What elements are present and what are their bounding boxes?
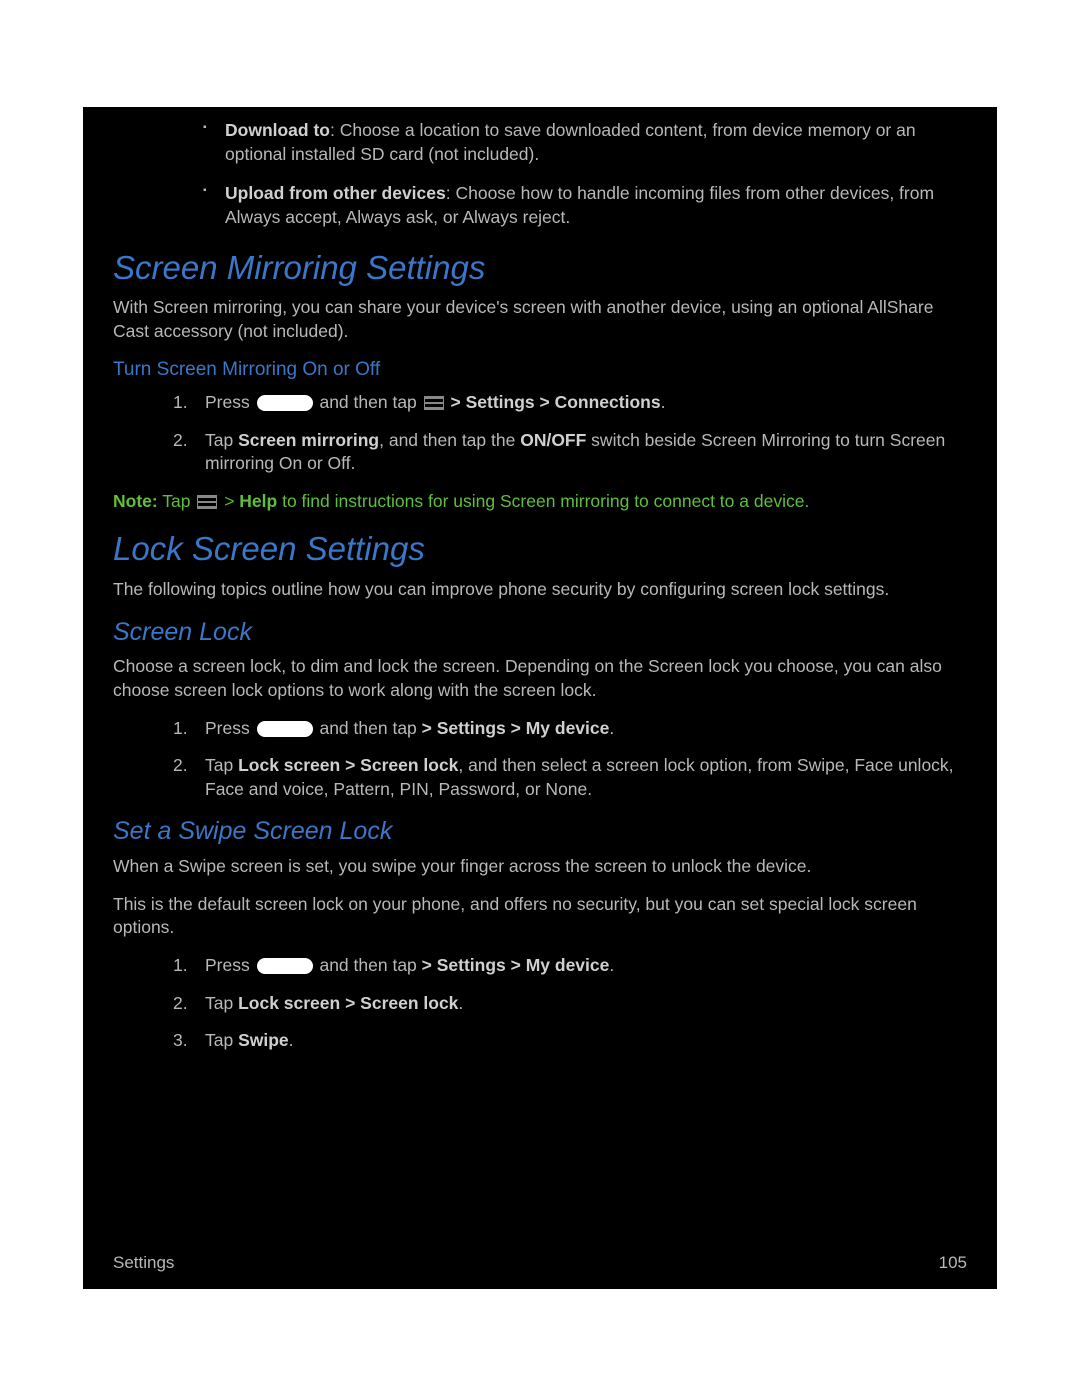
heading-screen-mirroring: Screen Mirroring Settings [113, 246, 967, 291]
step-item: Tap Swipe. [173, 1029, 967, 1053]
text-strong: Lock screen > Screen lock [238, 993, 458, 1013]
step-item: Press and then tap > Settings > Connecti… [173, 391, 967, 415]
text: Press [205, 955, 255, 975]
text: Tap [205, 430, 238, 450]
text: Tap [205, 1030, 238, 1050]
text-strong: Lock screen > Screen lock [238, 755, 458, 775]
intro-bullet-list: Download to: Choose a location to save d… [203, 119, 967, 230]
step-item: Tap Lock screen > Screen lock, and then … [173, 754, 967, 801]
footer-page-number: 105 [939, 1252, 967, 1275]
steps-screen-lock: Press and then tap > Settings > My devic… [173, 717, 967, 802]
document-page: Download to: Choose a location to save d… [83, 107, 997, 1289]
text: . [458, 993, 463, 1013]
paragraph: Choose a screen lock, to dim and lock th… [113, 655, 967, 702]
text: Tap [205, 755, 238, 775]
bullet-strong: Download to [225, 120, 330, 140]
step-item: Tap Lock screen > Screen lock. [173, 992, 967, 1016]
text: Press [205, 392, 255, 412]
note-line: Note: Tap > Help to find instructions fo… [113, 490, 967, 514]
footer-section: Settings [113, 1252, 174, 1275]
steps-mirroring: Press and then tap > Settings > Connecti… [173, 391, 967, 476]
text: and then tap [315, 392, 422, 412]
text: > [219, 491, 239, 511]
text: Tap [205, 993, 238, 1013]
paragraph: When a Swipe screen is set, you swipe yo… [113, 855, 967, 879]
text: . [289, 1030, 294, 1050]
subheading-screen-lock: Screen Lock [113, 616, 967, 650]
note-label: Note: [113, 491, 158, 511]
steps-swipe-lock: Press and then tap > Settings > My devic… [173, 954, 967, 1053]
step-item: Tap Screen mirroring, and then tap the O… [173, 429, 967, 476]
text: . [609, 718, 614, 738]
bullet-strong: Upload from other devices [225, 183, 446, 203]
step-item: Press and then tap > Settings > My devic… [173, 954, 967, 978]
menu-icon [424, 396, 444, 410]
subheading-turn-mirroring: Turn Screen Mirroring On or Off [113, 357, 967, 383]
text: . [661, 392, 666, 412]
text: and then tap [315, 718, 422, 738]
nav-path: > Settings > Connections [446, 392, 661, 412]
nav-path: > Settings > My device [422, 718, 610, 738]
home-button-icon [257, 721, 313, 737]
text: . [609, 955, 614, 975]
text-strong: ON/OFF [520, 430, 586, 450]
subheading-swipe-lock: Set a Swipe Screen Lock [113, 815, 967, 849]
page-footer: Settings 105 [113, 1252, 967, 1275]
step-item: Press and then tap > Settings > My devic… [173, 717, 967, 741]
text-strong: Swipe [238, 1030, 289, 1050]
text: , and then tap the [379, 430, 520, 450]
text: Press [205, 718, 255, 738]
nav-path: > Settings > My device [422, 955, 610, 975]
bullet-item: Download to: Choose a location to save d… [203, 119, 967, 166]
help-label: Help [239, 491, 277, 511]
paragraph: With Screen mirroring, you can share you… [113, 296, 967, 343]
text: and then tap [315, 955, 422, 975]
paragraph: This is the default screen lock on your … [113, 893, 967, 940]
bullet-item: Upload from other devices: Choose how to… [203, 182, 967, 229]
home-button-icon [257, 395, 313, 411]
text: to find instructions for using Screen mi… [277, 491, 809, 511]
home-button-icon [257, 958, 313, 974]
heading-lock-screen: Lock Screen Settings [113, 527, 967, 572]
paragraph: The following topics outline how you can… [113, 578, 967, 602]
text-strong: Screen mirroring [238, 430, 379, 450]
text: Tap [158, 491, 196, 511]
menu-icon [197, 495, 217, 509]
